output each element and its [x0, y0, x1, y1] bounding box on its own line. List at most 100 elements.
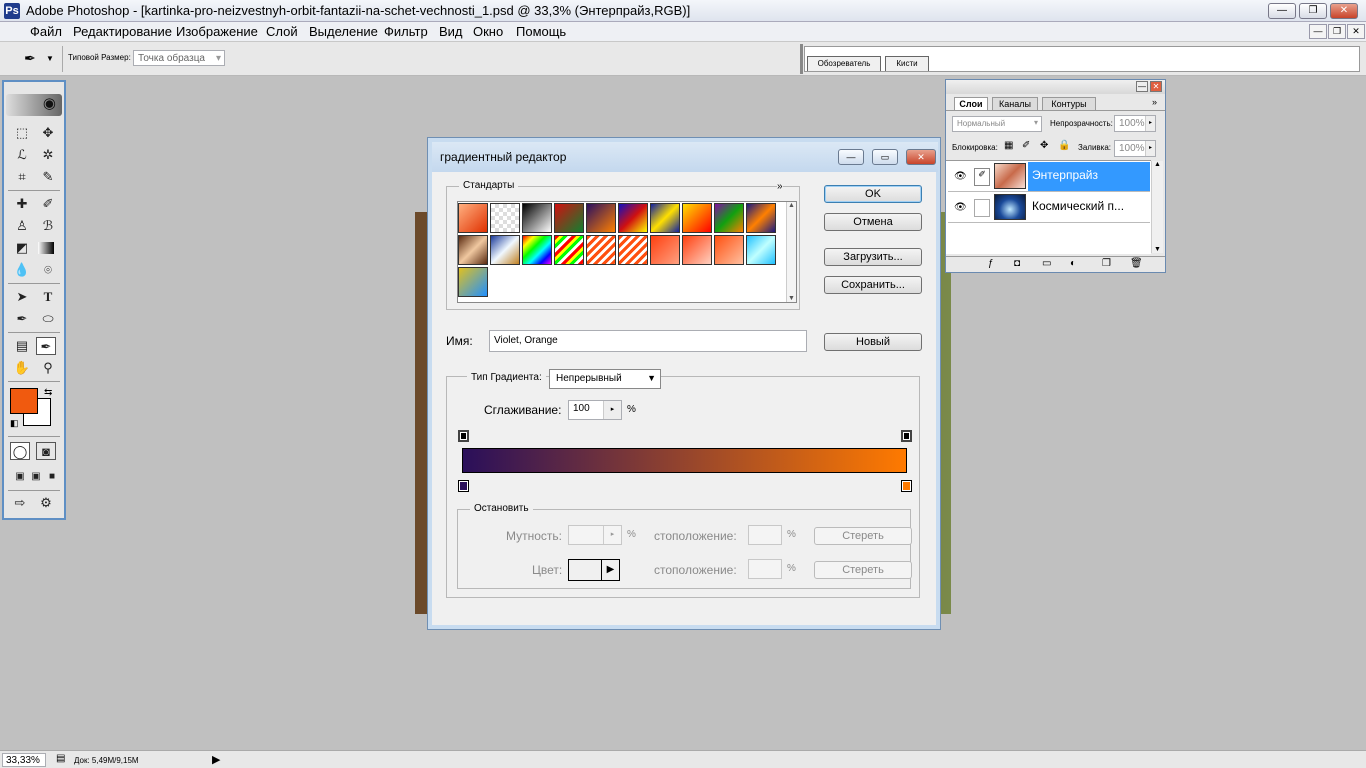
default-colors-icon[interactable]: ◧	[10, 418, 19, 429]
marquee-tool-icon[interactable]: ⬚	[12, 124, 32, 142]
path-selection-tool-icon[interactable]: ➤	[12, 288, 32, 306]
slice-tool-icon[interactable]: ✎	[38, 168, 58, 186]
add-mask-icon[interactable]: ◘	[1014, 258, 1020, 269]
brush-link-icon[interactable]: ✐	[974, 168, 990, 186]
magic-wand-tool-icon[interactable]: ✲	[38, 146, 58, 164]
tab-navigator[interactable]: Обозреватель	[807, 56, 881, 71]
lock-position-icon[interactable]: ✥	[1040, 140, 1048, 151]
sample-size-select[interactable]: Точка образца ▾	[133, 50, 225, 66]
gradient-preset-swatch[interactable]	[522, 203, 552, 233]
gradient-preset-swatch[interactable]	[458, 235, 488, 265]
notes-tool-icon[interactable]: ▤	[12, 337, 32, 355]
tab-paths[interactable]: Контуры	[1042, 97, 1096, 110]
ellipse-tool-icon[interactable]: ⬭	[38, 310, 58, 328]
doc-close-button[interactable]: ✕	[1347, 24, 1365, 39]
tab-brushes[interactable]: Кисти	[885, 56, 929, 71]
gradient-preset-swatch[interactable]	[458, 267, 488, 297]
crop-tool-icon[interactable]: ⌗	[12, 168, 32, 186]
layer-row[interactable]: 👁 Космический п...	[948, 193, 1150, 223]
type-tool-icon[interactable]: T	[38, 288, 58, 306]
dialog-maximize-button[interactable]: ▭	[872, 149, 898, 165]
move-tool-icon[interactable]: ✥	[38, 124, 58, 142]
zoom-field[interactable]: 33,33%	[2, 753, 46, 767]
menu-window[interactable]: Окно	[473, 24, 503, 39]
fill-input[interactable]: 100% ▸	[1114, 140, 1156, 157]
lasso-tool-icon[interactable]: ℒ	[12, 146, 32, 164]
blend-mode-select[interactable]: Нормальный ▾	[952, 116, 1042, 132]
new-set-icon[interactable]: ▭	[1042, 258, 1051, 269]
quick-mask-mode-icon[interactable]: ◙	[36, 442, 56, 460]
gradient-preset-swatch[interactable]	[714, 235, 744, 265]
presets-menu-icon[interactable]: »	[777, 181, 783, 192]
minimize-button[interactable]: —	[1268, 3, 1296, 19]
new-layer-icon[interactable]: ❐	[1102, 258, 1111, 269]
tab-channels[interactable]: Каналы	[992, 97, 1038, 110]
clone-stamp-tool-icon[interactable]: ♙	[12, 217, 32, 235]
menu-filter[interactable]: Фильтр	[384, 24, 428, 39]
add-style-icon[interactable]: ƒ	[988, 258, 994, 269]
menu-image[interactable]: Изображение	[176, 24, 258, 39]
eyedropper-tool-icon[interactable]: ✒	[36, 337, 56, 355]
visibility-eye-icon[interactable]: 👁	[954, 202, 967, 213]
gradient-preset-swatch[interactable]	[554, 235, 584, 265]
new-button[interactable]: Новый	[824, 333, 922, 351]
smoothness-input[interactable]: 100 ▸	[568, 400, 622, 420]
restore-button[interactable]: ❐	[1299, 3, 1327, 19]
gradient-preset-swatch[interactable]	[490, 203, 520, 233]
standard-mode-icon[interactable]: ◯	[10, 442, 30, 460]
gradient-tool-icon[interactable]	[38, 242, 54, 254]
gradient-preset-swatch[interactable]	[682, 203, 712, 233]
layers-scrollbar[interactable]: ▲ ▼	[1151, 161, 1163, 253]
gradient-type-select[interactable]: Непрерывный ▼	[549, 369, 661, 389]
pen-tool-icon[interactable]: ✒	[12, 310, 32, 328]
dialog-close-button[interactable]: ✕	[906, 149, 936, 165]
gradient-preset-swatch[interactable]	[682, 235, 712, 265]
brush-tool-icon[interactable]: ✐	[38, 195, 58, 213]
lock-transparent-icon[interactable]: ▦	[1004, 140, 1013, 151]
tool-preset-arrow-icon[interactable]: ▼	[46, 54, 54, 63]
hand-tool-icon[interactable]: ✋	[12, 359, 32, 377]
adjustment-layer-icon[interactable]: ◐	[1070, 258, 1076, 269]
gradient-preset-swatch[interactable]	[714, 203, 744, 233]
color-stop-left[interactable]	[458, 480, 469, 492]
load-button[interactable]: Загрузить...	[824, 248, 922, 266]
menu-select[interactable]: Выделение	[309, 24, 378, 39]
imageready-icon[interactable]: ⚙	[36, 494, 56, 512]
menu-layer[interactable]: Слой	[266, 24, 298, 39]
full-screen-mode-icon[interactable]: ■	[42, 468, 62, 486]
layer-row[interactable]: 👁 ✐ Энтерпрайз	[948, 162, 1150, 192]
gradient-preview-bar[interactable]	[462, 448, 907, 473]
jump-to-imageready-icon[interactable]: ⇨	[10, 494, 30, 512]
tab-layers[interactable]: Слои	[954, 97, 988, 110]
swap-colors-icon[interactable]: ⇆	[44, 387, 52, 398]
dialog-minimize-button[interactable]: —	[838, 149, 864, 165]
gradient-preset-swatch[interactable]	[586, 203, 616, 233]
gradient-preset-swatch[interactable]	[746, 235, 776, 265]
color-stop-right[interactable]	[901, 480, 912, 492]
doc-minimize-button[interactable]: —	[1309, 24, 1327, 39]
menu-edit[interactable]: Редактирование	[73, 24, 172, 39]
menu-help[interactable]: Помощь	[516, 24, 566, 39]
layer-opacity-input[interactable]: 100% ▸	[1114, 115, 1156, 132]
gradient-preset-swatch[interactable]	[650, 203, 680, 233]
layers-close-button[interactable]: ✕	[1150, 81, 1162, 92]
cancel-button[interactable]: Отмена	[824, 213, 922, 231]
lock-image-icon[interactable]: ✐	[1022, 140, 1030, 151]
trash-icon[interactable]: 🗑	[1130, 258, 1143, 269]
zoom-tool-icon[interactable]: ⚲	[38, 359, 58, 377]
blur-tool-icon[interactable]: 💧	[12, 261, 32, 279]
doc-restore-button[interactable]: ❐	[1328, 24, 1346, 39]
gradient-preset-swatch[interactable]	[618, 203, 648, 233]
layers-minimize-button[interactable]: —	[1136, 81, 1148, 92]
link-box[interactable]	[974, 199, 990, 217]
history-brush-tool-icon[interactable]: ℬ	[38, 217, 58, 235]
visibility-eye-icon[interactable]: 👁	[954, 171, 967, 182]
eraser-tool-icon[interactable]: ◩	[12, 239, 32, 257]
gradient-preset-swatch[interactable]	[586, 235, 616, 265]
name-input[interactable]: Violet, Orange	[489, 330, 807, 352]
close-button[interactable]: ✕	[1330, 3, 1358, 19]
eyedropper-icon[interactable]: ✒	[24, 50, 36, 67]
opacity-stop-right[interactable]	[901, 430, 912, 442]
gradient-preset-swatch[interactable]	[458, 203, 488, 233]
menu-view[interactable]: Вид	[439, 24, 463, 39]
